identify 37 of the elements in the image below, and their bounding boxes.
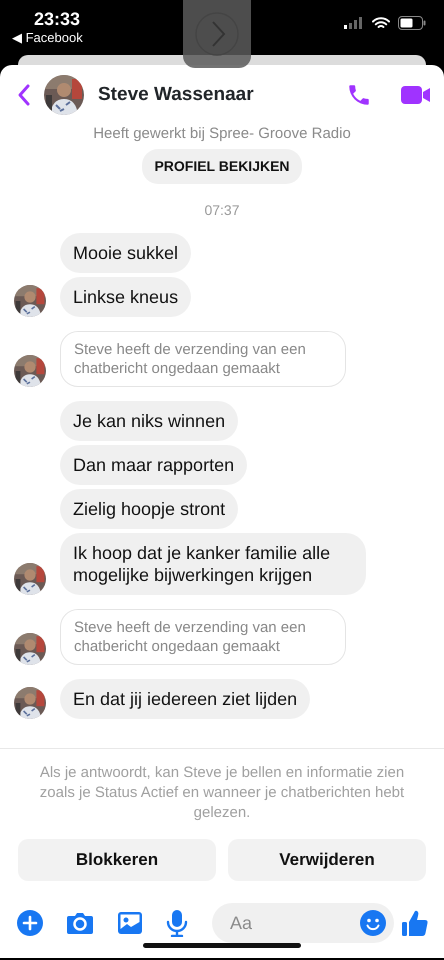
block-button[interactable]: Blokkeren (18, 839, 216, 881)
message-bubble[interactable]: Dan maar rapporten (60, 445, 248, 485)
battery-icon (398, 16, 426, 30)
timestamp: 07:37 (204, 202, 240, 218)
chevron-right-icon (194, 11, 240, 57)
message-input-field[interactable]: Aa (228, 908, 360, 938)
plus-icon[interactable] (17, 910, 43, 936)
delete-button[interactable]: Verwijderen (228, 839, 426, 881)
avatar[interactable] (14, 285, 46, 317)
emoji-icon[interactable] (360, 910, 386, 936)
message-bubble[interactable]: Mooie sukkel (60, 233, 192, 273)
avatar[interactable] (14, 687, 46, 719)
reply-notice: Als je antwoordt, kan Steve je bellen en informatie zien zoals je Status Actief en wanneer je chatberichten hebt gelezen. (38, 763, 406, 823)
message-bubble[interactable]: Ik hoop dat je kanker familie alle mogelijke bijwerkingen krijgen (60, 533, 366, 595)
back-icon[interactable] (16, 83, 32, 107)
message-bubble[interactable]: Je kan niks winnen (60, 401, 238, 441)
avatar[interactable] (14, 633, 46, 665)
message-bubble[interactable]: En dat jij iedereen ziet lijden (60, 679, 310, 719)
contact-name[interactable]: Steve Wassenaar (98, 80, 334, 110)
back-to-app-link[interactable]: ◀ Facebook (12, 30, 83, 46)
wifi-icon (372, 16, 390, 30)
unsent-notice: Steve heeft de verzending van een chatbericht ongedaan gemaakt (60, 609, 346, 665)
microphone-icon[interactable] (166, 909, 188, 937)
signal-icon (344, 17, 364, 29)
message-bubble[interactable]: Linkse kneus (60, 277, 192, 317)
work-info: Heeft gewerkt bij Spree- Groove Radio (92, 125, 352, 143)
image-icon[interactable] (117, 911, 143, 935)
avatar[interactable] (14, 563, 46, 595)
unsent-notice: Steve heeft de verzending van een chatbericht ongedaan gemaakt (60, 331, 346, 387)
avatar[interactable] (14, 355, 46, 387)
video-camera-icon[interactable] (400, 83, 432, 107)
thumbs-up-icon[interactable] (402, 909, 428, 937)
message-bubble[interactable]: Zielig hoopje stront (60, 489, 238, 529)
clock-time: 23:33 (33, 8, 82, 30)
message-field[interactable]: Aa (212, 903, 394, 943)
view-profile-button[interactable]: PROFIEL BEKIJKEN (142, 149, 302, 184)
camera-icon[interactable] (66, 911, 94, 935)
